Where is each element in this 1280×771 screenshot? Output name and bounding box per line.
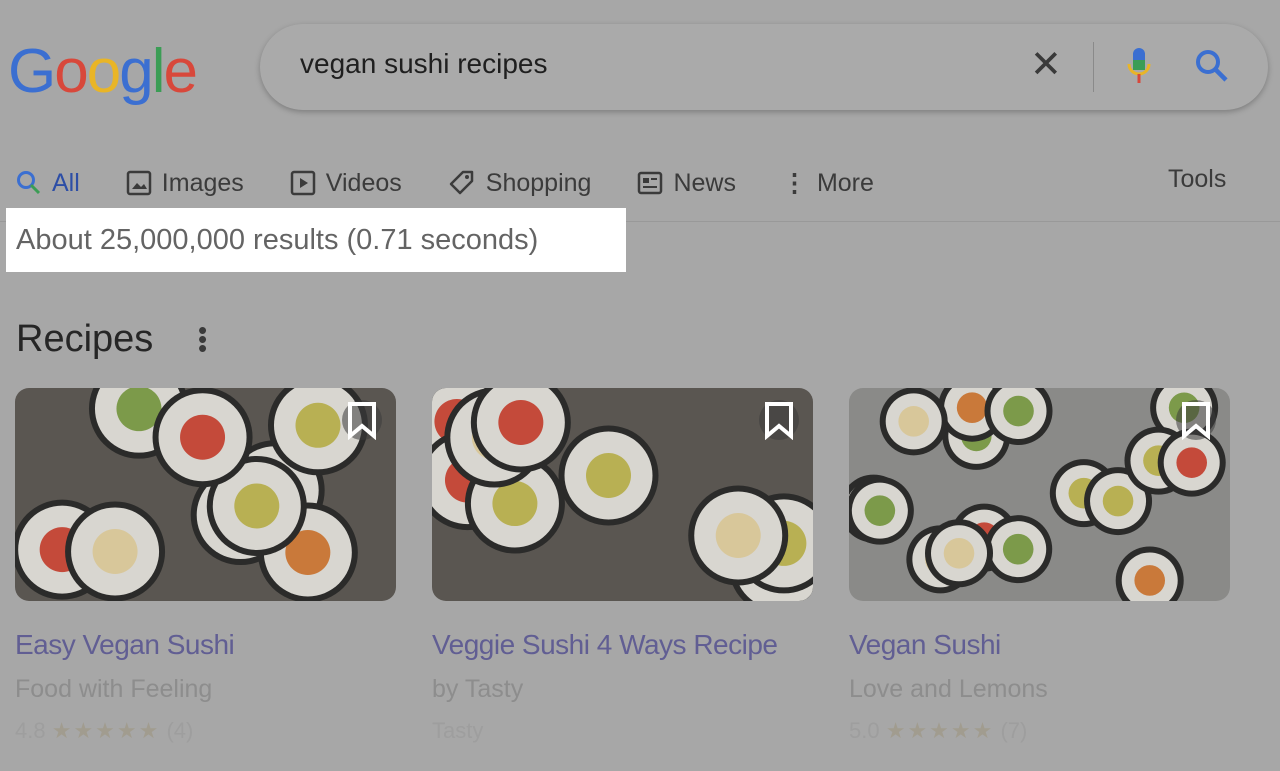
star-rating-icon: ★★★★★ — [51, 718, 161, 743]
recipe-source: Food with Feeling — [15, 675, 213, 703]
bookmark-icon[interactable] — [342, 400, 382, 440]
recipe-rating: 4.8 ★★★★★ (4) — [15, 718, 194, 743]
newspaper-icon — [638, 171, 663, 195]
tab-videos[interactable]: Videos — [290, 163, 402, 203]
search-input[interactable]: vegan sushi recipes — [300, 48, 547, 80]
recipe-source: by Tasty — [432, 675, 524, 703]
tab-images[interactable]: Images — [126, 163, 244, 203]
recipe-card[interactable]: Veggie Sushi 4 Ways Recipe by Tasty Tast… — [432, 388, 813, 744]
result-stats: About 25,000,000 results (0.71 seconds) — [16, 224, 539, 256]
sushi-roll — [1003, 395, 1034, 427]
recipe-source: Love and Lemons — [849, 675, 1048, 703]
google-logo[interactable]: Google — [8, 36, 198, 107]
sushi-roll — [1176, 447, 1208, 478]
result-stats-highlight: About 25,000,000 results (0.71 seconds) — [6, 208, 626, 272]
image-icon — [126, 170, 152, 196]
tab-all[interactable]: All — [16, 163, 80, 203]
sushi-roll — [234, 483, 280, 529]
recipe-publisher: Tasty — [432, 718, 484, 743]
tab-news[interactable]: News — [637, 163, 736, 203]
tab-shopping[interactable]: Shopping — [448, 163, 591, 203]
tools-button[interactable]: Tools — [1168, 165, 1226, 194]
bookmark-icon[interactable] — [759, 400, 799, 440]
sushi-roll — [715, 512, 761, 558]
more-options-icon[interactable]: • • • — [198, 317, 208, 361]
star-rating-icon: ★★★★★ — [885, 718, 995, 743]
sushi-roll — [492, 481, 538, 527]
sushi-roll — [586, 452, 632, 498]
sushi-roll — [898, 406, 929, 437]
sushi-roll — [1102, 485, 1134, 517]
sushi-roll — [180, 414, 226, 460]
sushi-roll — [864, 495, 896, 526]
sushi-roll — [498, 399, 544, 445]
sushi-roll — [956, 392, 988, 423]
recipe-image[interactable] — [432, 388, 813, 601]
tab-more[interactable]: ⋮ More — [782, 163, 874, 203]
mic-icon[interactable] — [1126, 46, 1152, 86]
recipe-title[interactable]: Vegan Sushi — [849, 629, 1230, 661]
search-box[interactable]: vegan sushi recipes ✕ — [260, 24, 1268, 110]
close-icon[interactable]: ✕ — [1030, 42, 1062, 87]
recipe-title[interactable]: Easy Vegan Sushi — [15, 629, 396, 661]
recipes-heading: Recipes — [16, 318, 154, 360]
divider — [1093, 42, 1094, 92]
sushi-roll — [92, 528, 138, 574]
recipe-rating: 5.0 ★★★★★ (7) — [849, 718, 1028, 743]
recipe-card[interactable]: Easy Vegan Sushi Food with Feeling 4.8 ★… — [15, 388, 396, 744]
recipe-image[interactable] — [849, 388, 1230, 601]
play-icon — [290, 170, 316, 196]
recipe-image[interactable] — [15, 388, 396, 601]
search-tabs: All Images Videos Shopping News ⋮ More — [16, 163, 920, 203]
sushi-roll — [295, 402, 341, 448]
sushi-roll — [1134, 565, 1166, 596]
more-vert-icon: ⋮ — [781, 169, 807, 197]
recipe-card[interactable]: Vegan Sushi Love and Lemons 5.0 ★★★★★ (7… — [849, 388, 1230, 744]
sushi-roll — [943, 537, 975, 569]
sushi-roll — [1002, 533, 1034, 565]
tag-icon — [449, 170, 474, 195]
bookmark-icon[interactable] — [1176, 400, 1216, 440]
search-icon — [17, 171, 41, 195]
recipe-title[interactable]: Veggie Sushi 4 Ways Recipe — [432, 629, 813, 661]
search-icon[interactable] — [1194, 48, 1230, 84]
